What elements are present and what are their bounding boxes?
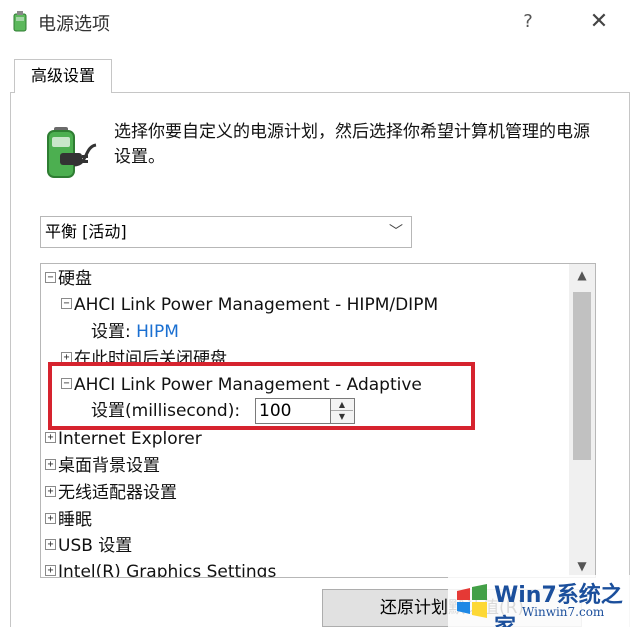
- collapse-icon[interactable]: −: [61, 377, 72, 389]
- collapse-icon[interactable]: −: [61, 297, 72, 309]
- tree-item-sleep[interactable]: + 睡眠: [45, 507, 92, 533]
- millisecond-spinner[interactable]: ▲ ▼: [331, 398, 355, 424]
- spin-down-icon[interactable]: ▼: [331, 411, 353, 423]
- watermark-brand: Win7系统之家: [494, 583, 623, 627]
- tree-item-wireless-adapter[interactable]: + 无线适配器设置: [45, 480, 177, 506]
- tree-item-label: 硬盘: [58, 269, 92, 289]
- vertical-scrollbar[interactable]: ▲ ▼: [569, 264, 595, 577]
- power-options-icon: [13, 11, 27, 32]
- millisecond-input[interactable]: 100: [255, 398, 331, 424]
- tree-item-label: Internet Explorer: [58, 429, 202, 449]
- expand-icon[interactable]: +: [61, 351, 72, 363]
- tree-item-label: USB 设置: [58, 536, 133, 556]
- collapse-icon[interactable]: −: [45, 271, 56, 283]
- window-title: 电源选项: [38, 14, 110, 35]
- setting-value-link[interactable]: HIPM: [136, 322, 179, 342]
- tree-item-label: 在此时间后关闭硬盘: [74, 349, 227, 369]
- scroll-down-icon[interactable]: ▼: [569, 555, 595, 577]
- expand-icon[interactable]: +: [45, 431, 56, 443]
- tree-item-label: 无线适配器设置: [58, 483, 177, 503]
- tree-item-internet-explorer[interactable]: + Internet Explorer: [45, 426, 202, 452]
- tree-setting-hipm[interactable]: 设置: HIPM: [91, 319, 179, 345]
- expand-icon[interactable]: +: [45, 458, 56, 470]
- tree-item-ahci-adaptive[interactable]: − AHCI Link Power Management - Adaptive: [61, 372, 422, 398]
- scrollbar-thumb[interactable]: [573, 292, 591, 460]
- description-text: 选择你要自定义的电源计划，然后选择你希望计算机管理的电源设置。: [114, 122, 590, 167]
- expand-icon[interactable]: +: [45, 564, 56, 576]
- tree-item-usb-settings[interactable]: + USB 设置: [45, 533, 132, 559]
- power-plan-value: 平衡 [活动]: [45, 222, 127, 241]
- tree-item-label: AHCI Link Power Management - HIPM/DIPM: [74, 295, 439, 315]
- setting-label: 设置(millisecond):: [91, 401, 241, 421]
- spin-up-icon[interactable]: ▲: [331, 399, 353, 411]
- expand-icon[interactable]: +: [45, 512, 56, 524]
- chevron-down-icon: ﹀: [389, 224, 403, 240]
- close-button[interactable]: ✕: [582, 6, 616, 38]
- tree-item-hard-disk[interactable]: − 硬盘: [45, 266, 92, 292]
- tree-item-label: 桌面背景设置: [58, 456, 160, 476]
- tree-item-intel-graphics[interactable]: + Intel(R) Graphics Settings: [45, 559, 276, 577]
- battery-plug-icon: [47, 127, 97, 178]
- site-watermark: Win7系统之家 Winwin7.com: [448, 575, 637, 627]
- expand-icon[interactable]: +: [45, 485, 56, 497]
- windows-logo-icon: [457, 584, 487, 618]
- tree-setting-millisecond: 设置(millisecond):: [91, 398, 240, 424]
- tree-item-label: Intel(R) Graphics Settings: [58, 562, 277, 577]
- settings-tree[interactable]: − 硬盘 − AHCI Link Power Management - HIPM/D…: [40, 263, 596, 578]
- watermark-site: Winwin7.com: [522, 605, 605, 619]
- title-bar: 电源选项 ? ✕: [0, 0, 637, 44]
- tree-item-desktop-background[interactable]: + 桌面背景设置: [45, 453, 160, 479]
- tree-content: − 硬盘 − AHCI Link Power Management - HIPM/D…: [41, 264, 570, 577]
- tab-advanced-settings[interactable]: 高级设置: [14, 59, 112, 93]
- tree-item-label: 睡眠: [58, 510, 92, 530]
- expand-icon[interactable]: +: [45, 538, 56, 550]
- tree-item-ahci-hipm-dipm[interactable]: − AHCI Link Power Management - HIPM/DIPM: [61, 292, 438, 318]
- tree-item-turn-off-disk[interactable]: + 在此时间后关闭硬盘: [61, 346, 227, 372]
- setting-label: 设置:: [91, 322, 131, 342]
- help-button[interactable]: ?: [516, 8, 540, 36]
- power-plan-select[interactable]: 平衡 [活动] ﹀: [40, 216, 412, 248]
- scroll-up-icon[interactable]: ▲: [569, 264, 595, 286]
- tree-item-label: AHCI Link Power Management - Adaptive: [74, 375, 422, 395]
